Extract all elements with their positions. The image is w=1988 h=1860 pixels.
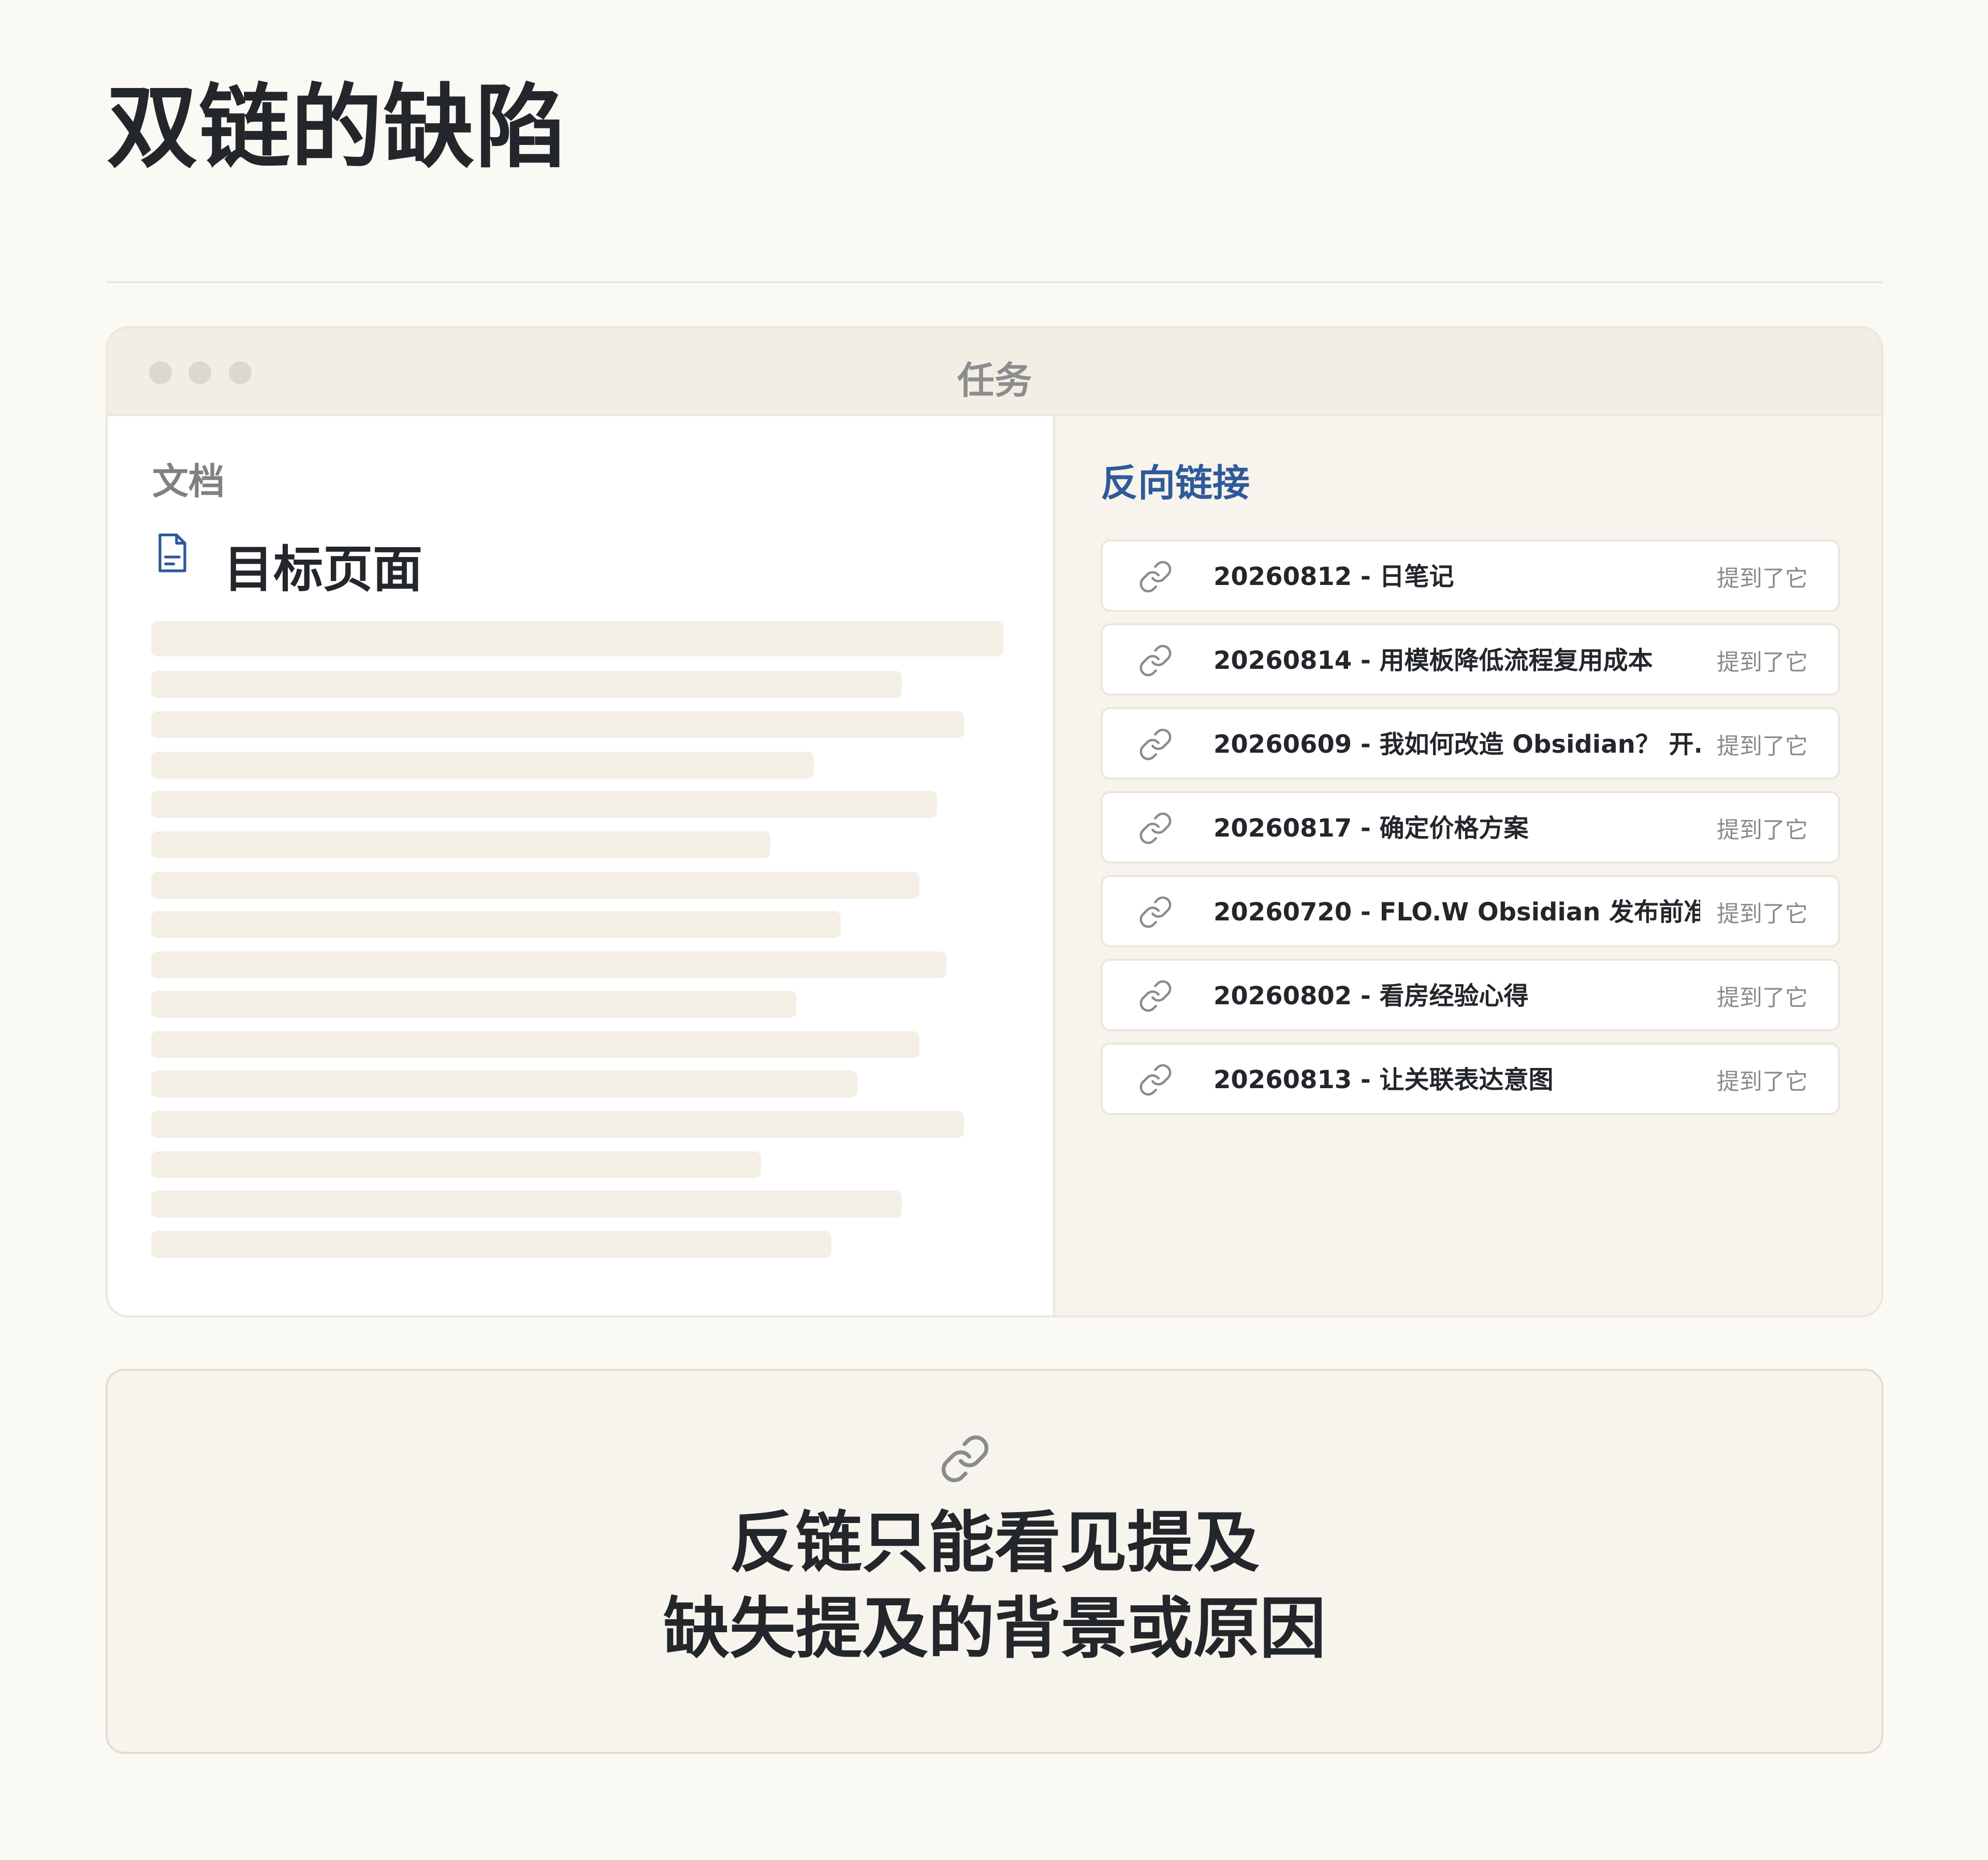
- link-icon: [1139, 561, 1172, 593]
- link-icon: [1139, 1064, 1172, 1096]
- mention-badge: 提到了它: [1717, 649, 1808, 676]
- link-icon: [1139, 896, 1172, 928]
- backlinks-heading: 反向链接: [1101, 461, 1250, 505]
- skeleton-line: [151, 1151, 761, 1178]
- backlink-item[interactable]: 20260609 - 我如何改造 Obsidian？ 开... 提到了它: [1101, 707, 1840, 780]
- skeleton-line: [151, 1111, 964, 1138]
- document-icon: [158, 533, 186, 573]
- backlink-title: 20260813 - 让关联表达意图: [1214, 1065, 1554, 1094]
- page-title: 双链的缺陷: [107, 75, 568, 181]
- backlink-item[interactable]: 20260720 - FLO.W Obsidian 发布前准备 提到了它: [1101, 875, 1840, 947]
- backlink-item[interactable]: 20260802 - 看房经验心得 提到了它: [1101, 959, 1840, 1031]
- skeleton-line: [151, 791, 937, 818]
- callout-line-2: 缺失提及的背景或原因: [663, 1590, 1326, 1667]
- title-divider: [107, 281, 1882, 283]
- link-icon: [1139, 645, 1172, 677]
- backlink-title: 20260720 - FLO.W Obsidian 发布前准备: [1214, 898, 1700, 927]
- window-title: 任务: [957, 359, 1032, 402]
- skeleton-line: [151, 621, 1003, 656]
- mention-badge: 提到了它: [1717, 985, 1808, 1011]
- skeleton-line: [151, 752, 814, 779]
- skeleton-line: [151, 1191, 902, 1218]
- backlink-item[interactable]: 20260812 - 日笔记 提到了它: [1101, 539, 1840, 612]
- link-icon: [1139, 728, 1172, 760]
- skeleton-line: [151, 711, 964, 738]
- callout-box: 反链只能看见提及 缺失提及的背景或原因: [106, 1369, 1883, 1754]
- skeleton-line: [151, 1031, 919, 1058]
- skeleton-line: [151, 911, 841, 938]
- mention-badge: 提到了它: [1717, 733, 1808, 759]
- mention-badge: 提到了它: [1717, 901, 1808, 927]
- backlink-title: 20260812 - 日笔记: [1214, 562, 1454, 591]
- skeleton-line: [151, 951, 946, 978]
- backlink-title: 20260817 - 确定价格方案: [1214, 814, 1529, 843]
- mention-badge: 提到了它: [1717, 1068, 1808, 1095]
- backlinks-pane: 反向链接 20260812 - 日笔记 提到了它 20260814 - 用模板降低流…: [1055, 416, 1881, 1315]
- link-icon: [1139, 980, 1172, 1012]
- link-icon: [941, 1435, 989, 1483]
- skeleton-line: [151, 831, 770, 858]
- backlink-item[interactable]: 20260813 - 让关联表达意图 提到了它: [1101, 1043, 1840, 1115]
- skeleton-line: [151, 671, 902, 698]
- app-window: 任务 文档 目标页面 反向链接 20260812 - 日笔记 提到了它 2026…: [106, 326, 1883, 1317]
- document-pane: 文档 目标页面: [108, 416, 1055, 1315]
- skeleton-line: [151, 991, 796, 1018]
- callout-message: 反链只能看见提及 缺失提及的背景或原因: [108, 1500, 1881, 1672]
- window-titlebar: 任务: [108, 328, 1881, 416]
- document-title[interactable]: 目标页面: [224, 529, 422, 601]
- skeleton-line: [151, 1231, 831, 1258]
- mention-badge: 提到了它: [1717, 817, 1808, 843]
- skeleton-line: [151, 1071, 857, 1097]
- backlink-title: 20260802 - 看房经验心得: [1214, 982, 1529, 1010]
- backlink-item[interactable]: 20260817 - 确定价格方案 提到了它: [1101, 791, 1840, 863]
- backlink-item[interactable]: 20260814 - 用模板降低流程复用成本 提到了它: [1101, 623, 1840, 696]
- backlink-title: 20260814 - 用模板降低流程复用成本: [1214, 646, 1653, 675]
- callout-line-1: 反链只能看见提及: [729, 1504, 1260, 1581]
- mention-badge: 提到了它: [1717, 565, 1808, 592]
- skeleton-line: [151, 872, 919, 899]
- link-icon: [1139, 812, 1172, 844]
- backlink-title: 20260609 - 我如何改造 Obsidian？ 开...: [1214, 730, 1700, 759]
- document-section-label: 文档: [152, 460, 225, 503]
